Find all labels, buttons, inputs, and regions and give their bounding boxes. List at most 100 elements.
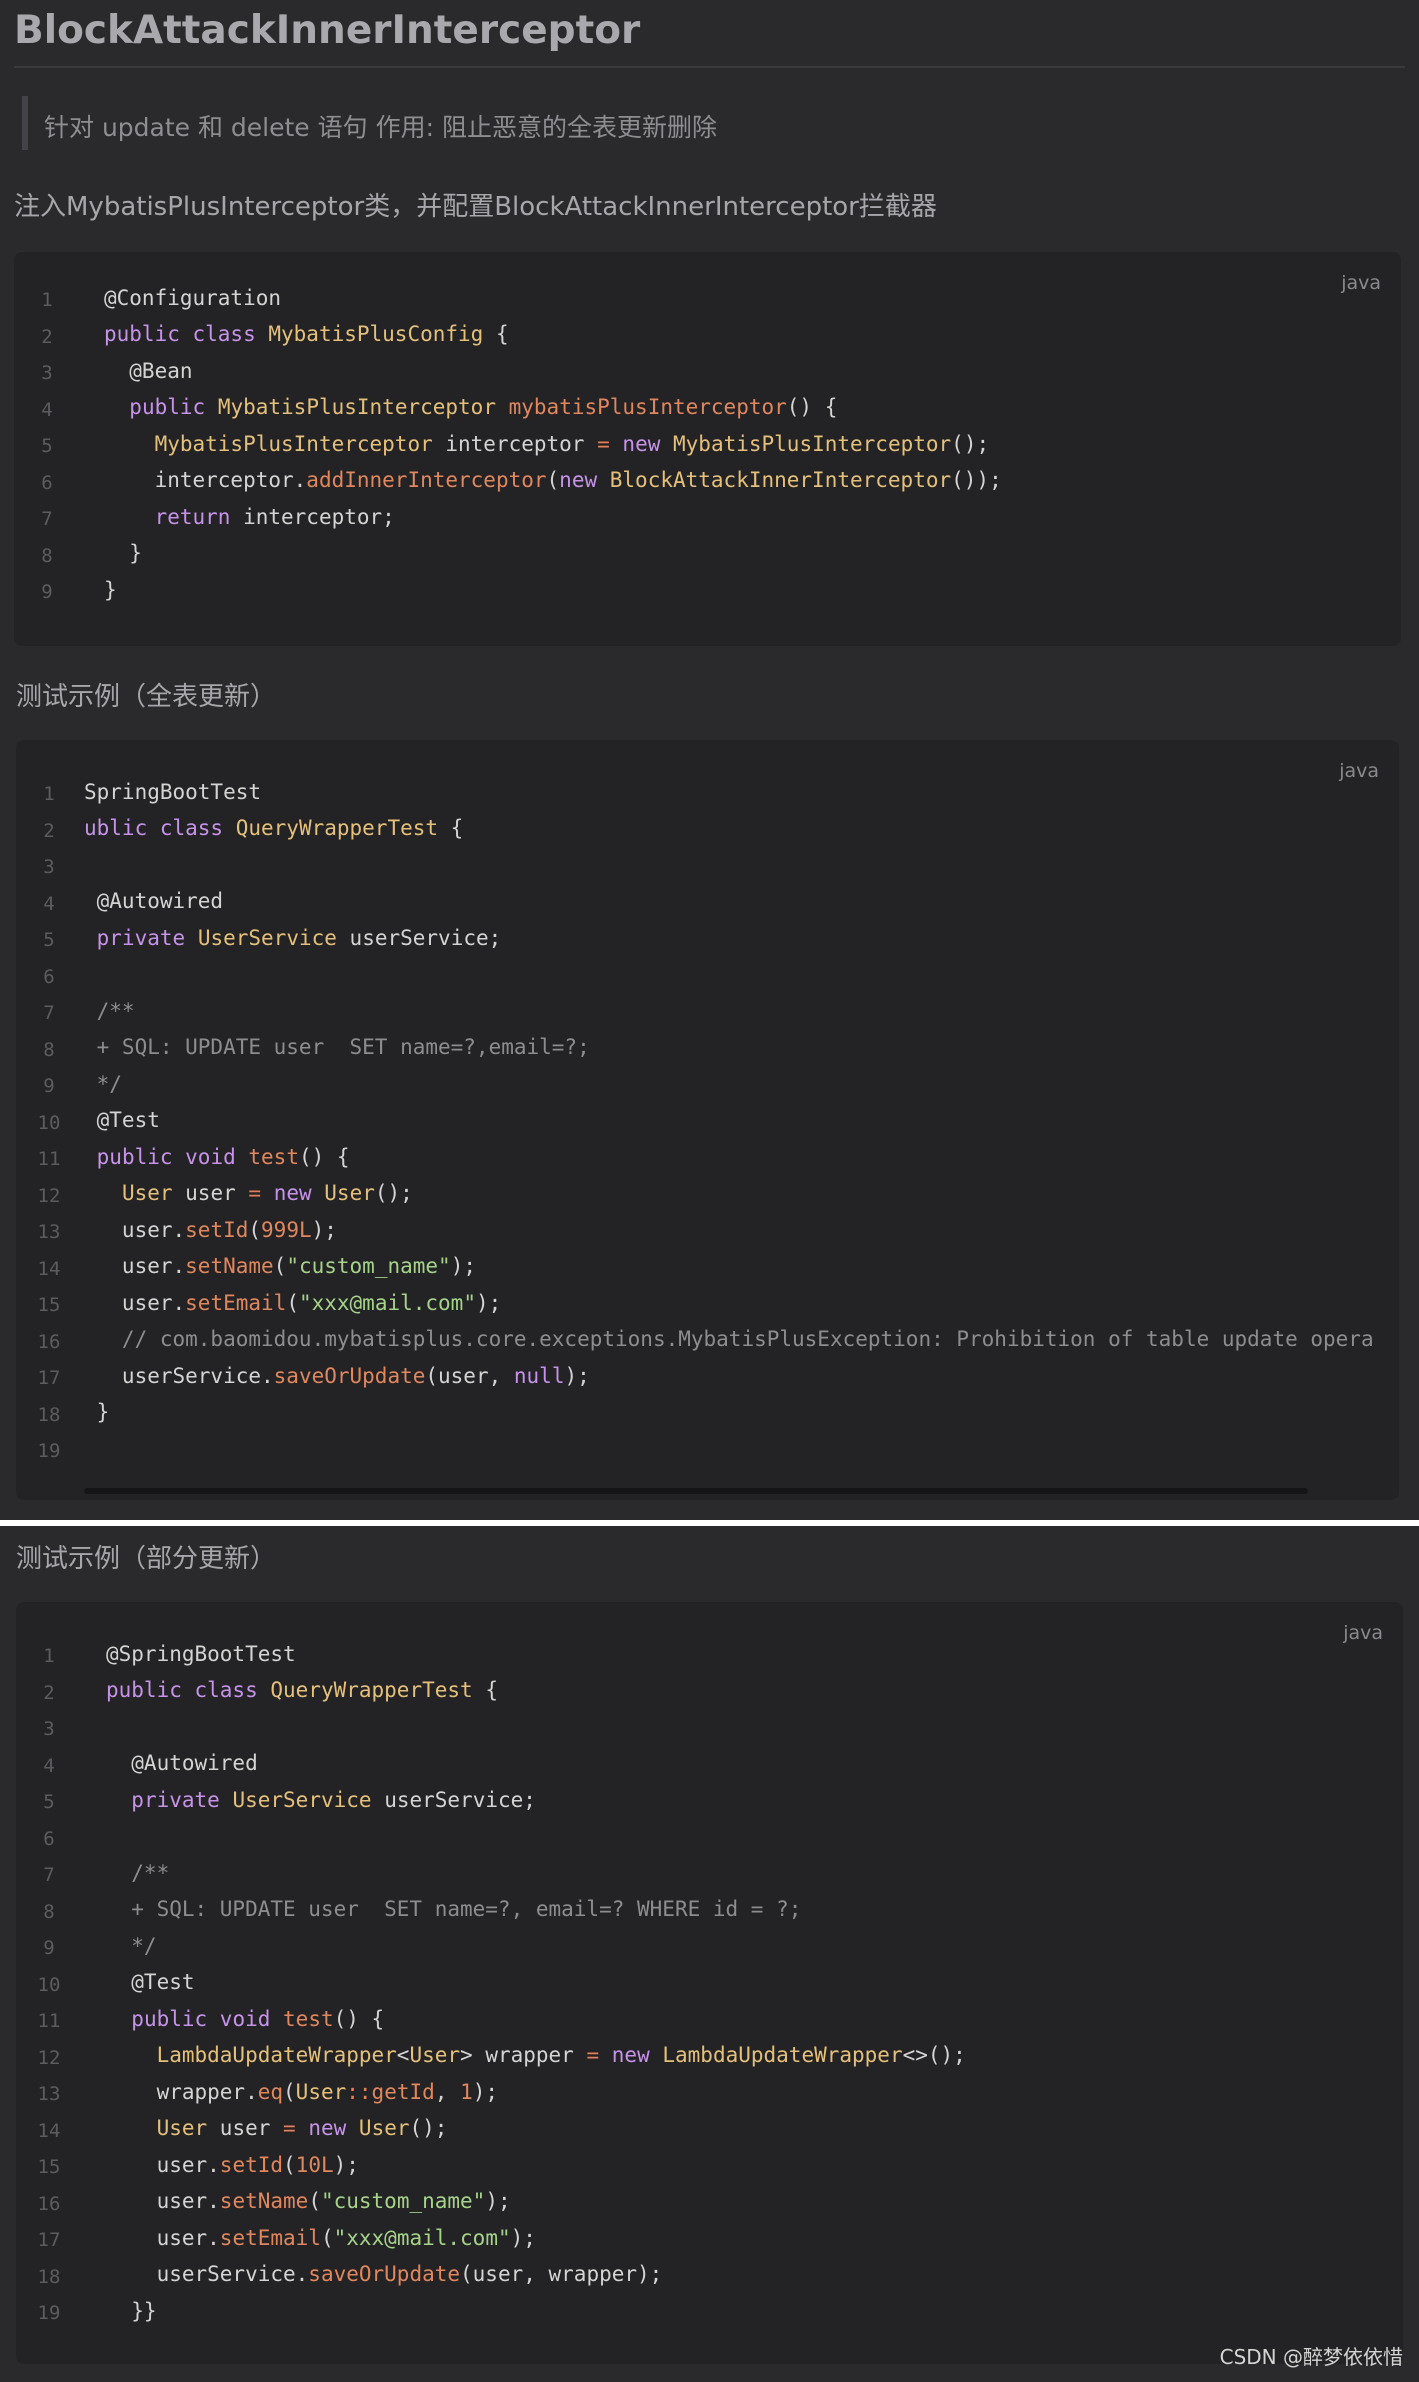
line-number: 1 bbox=[41, 289, 53, 311]
line-number: 4 bbox=[41, 399, 53, 421]
code-line: @Autowired bbox=[84, 889, 224, 913]
code-line: } bbox=[104, 541, 142, 565]
code-line: + SQL: UPDATE user SET name=?, email=? W… bbox=[106, 1897, 802, 1921]
code-line: user.setEmail("xxx@mail.com"); bbox=[106, 2226, 536, 2250]
code-line: userService.saveOrUpdate(user, wrapper); bbox=[106, 2262, 663, 2286]
code-line: @SpringBootTest bbox=[106, 1642, 296, 1666]
line-number: 15 bbox=[37, 2156, 61, 2178]
code-language-label: java bbox=[1341, 272, 1381, 294]
line-number: 16 bbox=[37, 2193, 61, 2215]
title-divider bbox=[14, 66, 1405, 68]
code-line: */ bbox=[106, 1934, 157, 1958]
code-line: user.setId(999L); bbox=[84, 1218, 337, 1242]
line-number: 9 bbox=[43, 1937, 55, 1959]
line-number: 15 bbox=[37, 1294, 61, 1316]
line-number: 19 bbox=[37, 2302, 61, 2324]
code-line: @Configuration bbox=[104, 286, 282, 310]
code-language-label: java bbox=[1339, 760, 1379, 782]
code-line: User user = new User(); bbox=[156, 2116, 448, 2140]
line-number: 5 bbox=[43, 929, 55, 951]
line-number: 4 bbox=[43, 1755, 55, 1777]
line-number: 1 bbox=[43, 1645, 55, 1667]
line-number: 11 bbox=[37, 1148, 61, 1170]
line-number: 7 bbox=[43, 1002, 55, 1024]
code-line: user.setName("custom_name"); bbox=[84, 1254, 476, 1278]
code-line: /** bbox=[84, 999, 135, 1023]
code-line: }} bbox=[106, 2299, 157, 2323]
line-number: 12 bbox=[37, 1185, 61, 1207]
code-line: private UserService userService; bbox=[96, 926, 502, 950]
line-number: 7 bbox=[43, 1864, 55, 1886]
line-number: 3 bbox=[41, 362, 53, 384]
line-number: 4 bbox=[43, 893, 55, 915]
line-number: 3 bbox=[43, 856, 55, 878]
code-language-label: java bbox=[1343, 1622, 1383, 1644]
code-line: /** bbox=[106, 1861, 170, 1885]
code-line: public void test() { bbox=[96, 1145, 350, 1169]
line-number: 12 bbox=[37, 2047, 61, 2069]
code-line: LambdaUpdateWrapper<User> wrapper = new … bbox=[156, 2043, 966, 2067]
watermark: CSDN @醉梦依依惜 bbox=[1219, 2345, 1403, 2369]
line-number: 14 bbox=[37, 2120, 61, 2142]
code-line: } bbox=[104, 578, 117, 602]
line-number: 9 bbox=[41, 581, 53, 603]
code-line: user.setId(10L); bbox=[106, 2153, 359, 2177]
section-title-partial-update: 测试示例（部分更新） bbox=[16, 1544, 277, 1574]
line-number: 6 bbox=[41, 472, 53, 494]
code-line: ublic class QueryWrapperTest { bbox=[84, 816, 464, 840]
intro-paragraph: 注入MybatisPlusInterceptor类，并配置BlockAttack… bbox=[14, 192, 937, 222]
line-number: 2 bbox=[43, 820, 55, 842]
line-number: 16 bbox=[37, 1331, 61, 1353]
code-line: public MybatisPlusInterceptor mybatisPlu… bbox=[129, 395, 838, 419]
section-title-full-update: 测试示例（全表更新） bbox=[16, 682, 277, 712]
code-block-full-update: java 1 2 3 4 5 6 7 8 9 10 11 12 13 14 15… bbox=[16, 740, 1399, 1500]
line-number: 13 bbox=[37, 2083, 61, 2105]
code-line: MybatisPlusInterceptor interceptor = new… bbox=[154, 432, 990, 456]
line-number: 18 bbox=[37, 1404, 61, 1426]
line-number: 8 bbox=[41, 545, 53, 567]
line-number: 2 bbox=[41, 326, 53, 348]
code-line: user.setEmail("xxx@mail.com"); bbox=[84, 1291, 502, 1315]
code-line: SpringBootTest bbox=[84, 780, 262, 804]
code-line: public void test() { bbox=[131, 2007, 385, 2031]
code-line: public class MybatisPlusConfig { bbox=[104, 322, 509, 346]
code-line: @Test bbox=[84, 1108, 160, 1132]
code-line: user.setName("custom_name"); bbox=[106, 2189, 511, 2213]
code-line: userService.saveOrUpdate(user, null); bbox=[84, 1364, 590, 1388]
line-number: 8 bbox=[43, 1039, 55, 1061]
horizontal-scrollbar[interactable] bbox=[84, 1488, 1308, 1494]
line-number: 6 bbox=[43, 1828, 55, 1850]
code-line: + SQL: UPDATE user SET name=?,email=?; bbox=[84, 1035, 590, 1059]
line-number: 5 bbox=[43, 1791, 55, 1813]
line-number: 11 bbox=[37, 2010, 61, 2032]
line-number: 8 bbox=[43, 1901, 55, 1923]
code-line: */ bbox=[84, 1072, 122, 1096]
code-line: return interceptor; bbox=[154, 505, 395, 529]
page-title: BlockAttackInnerInterceptor bbox=[14, 8, 641, 53]
line-number: 17 bbox=[37, 1367, 61, 1389]
line-number: 17 bbox=[37, 2229, 61, 2251]
code-line: @Autowired bbox=[106, 1751, 258, 1775]
blockquote-text: 针对 update 和 delete 语句 作用: 阻止恶意的全表更新删除 bbox=[44, 113, 717, 142]
code-block-config: java 1 2 3 4 5 6 7 8 9 @Configuration pu… bbox=[14, 252, 1401, 646]
line-number: 5 bbox=[41, 435, 53, 457]
line-number: 7 bbox=[41, 508, 53, 530]
line-number: 10 bbox=[37, 1112, 61, 1134]
line-number: 13 bbox=[37, 1221, 61, 1243]
code-line: User user = new User(); bbox=[121, 1181, 413, 1205]
code-line: // com.baomidou.mybatisplus.core.excepti… bbox=[84, 1327, 1374, 1351]
code-line: @Test bbox=[106, 1970, 195, 1994]
line-number: 3 bbox=[43, 1718, 55, 1740]
code-line: private UserService userService; bbox=[131, 1788, 536, 1812]
line-number: 19 bbox=[37, 1440, 61, 1462]
line-number: 6 bbox=[43, 966, 55, 988]
code-line: @Bean bbox=[104, 359, 193, 383]
line-number: 9 bbox=[43, 1075, 55, 1097]
code-line: public class QueryWrapperTest { bbox=[106, 1678, 498, 1702]
code-line: } bbox=[84, 1400, 110, 1424]
line-number: 18 bbox=[37, 2266, 61, 2288]
line-number: 10 bbox=[37, 1974, 61, 1996]
line-number: 2 bbox=[43, 1682, 55, 1704]
line-number: 1 bbox=[43, 783, 55, 805]
code-line: interceptor.addInnerInterceptor(new Bloc… bbox=[104, 468, 1002, 492]
